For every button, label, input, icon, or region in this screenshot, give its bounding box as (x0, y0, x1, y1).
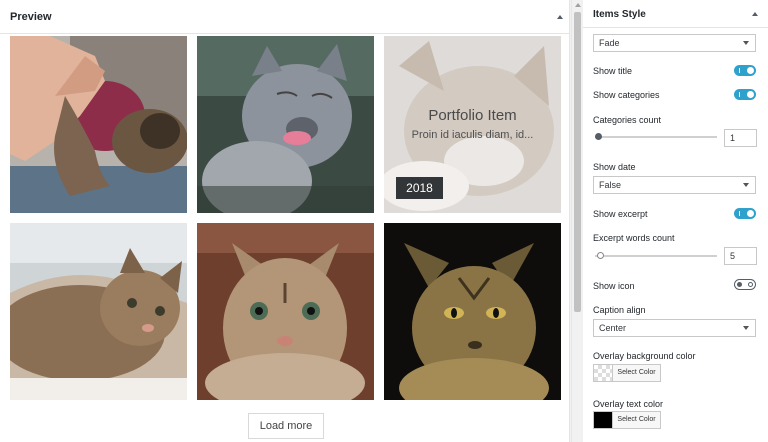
show-date-value: False (599, 180, 622, 190)
items-style-header[interactable]: Items Style (583, 0, 768, 28)
categories-count-label: Categories count (593, 115, 662, 125)
item-overlay: Portfolio Item Proin id iaculis diam, id… (384, 36, 561, 213)
preview-title: Preview (10, 11, 52, 23)
categories-count-input[interactable]: 1 (724, 129, 757, 147)
portfolio-item-1[interactable] (10, 36, 187, 213)
items-style-title: Items Style (593, 9, 646, 20)
portfolio-item-2[interactable] (197, 36, 374, 213)
app-root: Preview Portfolio Item Proin id iaculis … (0, 0, 768, 442)
portfolio-item-5[interactable] (197, 223, 374, 400)
preview-header[interactable]: Preview (0, 0, 570, 34)
categories-count-slider[interactable] (595, 136, 717, 138)
overlay-title[interactable]: Portfolio Item (384, 107, 561, 124)
portfolio-item-6[interactable] (384, 223, 561, 400)
portfolio-item-3[interactable]: Portfolio Item Proin id iaculis diam, id… (384, 36, 561, 213)
black-color-swatch[interactable] (593, 411, 613, 429)
show-categories-label: Show categories (593, 90, 660, 100)
excerpt-words-slider-handle[interactable] (597, 252, 604, 259)
show-icon-label: Show icon (593, 281, 635, 291)
grey-cat-image (197, 36, 374, 213)
preview-panel: Preview Portfolio Item Proin id iaculis … (0, 0, 570, 442)
bengal-cat-image (197, 223, 374, 400)
toggle-off-mark (748, 281, 753, 287)
items-style-value: Fade (599, 38, 620, 48)
chevron-down-icon (743, 183, 749, 187)
show-excerpt-label: Show excerpt (593, 209, 648, 219)
toggle-on-mark (739, 68, 740, 73)
caption-align-value: Center (599, 323, 627, 333)
portfolio-item-4[interactable] (10, 223, 187, 400)
toggle-knob (747, 91, 754, 98)
preview-scrollbar[interactable] (571, 0, 582, 442)
toggle-knob (737, 281, 742, 287)
cat-high-five-image (10, 36, 187, 213)
caption-align-label: Caption align (593, 305, 646, 315)
load-more-button[interactable]: Load more (248, 413, 324, 439)
excerpt-words-count-label: Excerpt words count (593, 233, 675, 243)
toggle-knob (747, 67, 754, 74)
dark-tabby-image (384, 223, 561, 400)
lying-tabby-image (10, 223, 187, 400)
show-icon-toggle[interactable] (734, 279, 756, 290)
collapse-arrow-icon[interactable] (752, 12, 758, 16)
toggle-knob (747, 210, 754, 217)
show-categories-toggle[interactable] (734, 89, 756, 100)
scroll-up-arrow-icon[interactable] (575, 3, 581, 7)
toggle-on-mark (739, 92, 740, 97)
overlay-text-color-label: Overlay text color (593, 399, 664, 409)
overlay-bg-color-label: Overlay background color (593, 351, 696, 361)
settings-panel: Items Style Fade Show title Show categor… (583, 0, 768, 442)
excerpt-words-count-input[interactable]: 5 (724, 247, 757, 265)
show-date-label: Show date (593, 162, 636, 172)
items-style-select[interactable]: Fade (593, 34, 756, 52)
show-title-label: Show title (593, 66, 633, 76)
show-title-toggle[interactable] (734, 65, 756, 76)
toggle-on-mark (739, 211, 740, 216)
overlay-bg-select-color-button[interactable]: Select Color (613, 364, 661, 382)
overlay-text-select-color-button[interactable]: Select Color (613, 411, 661, 429)
scroll-thumb[interactable] (574, 12, 581, 312)
chevron-down-icon (743, 326, 749, 330)
caption-align-select[interactable]: Center (593, 319, 756, 337)
chevron-down-icon (743, 41, 749, 45)
overlay-excerpt: Proin id iaculis diam, id... (411, 129, 534, 141)
collapse-arrow-icon[interactable] (557, 15, 563, 19)
show-date-select[interactable]: False (593, 176, 756, 194)
date-badge: 2018 (396, 177, 443, 199)
categories-count-slider-handle[interactable] (595, 133, 602, 140)
excerpt-words-slider[interactable] (595, 255, 717, 257)
show-excerpt-toggle[interactable] (734, 208, 756, 219)
transparent-color-swatch[interactable] (593, 364, 613, 382)
